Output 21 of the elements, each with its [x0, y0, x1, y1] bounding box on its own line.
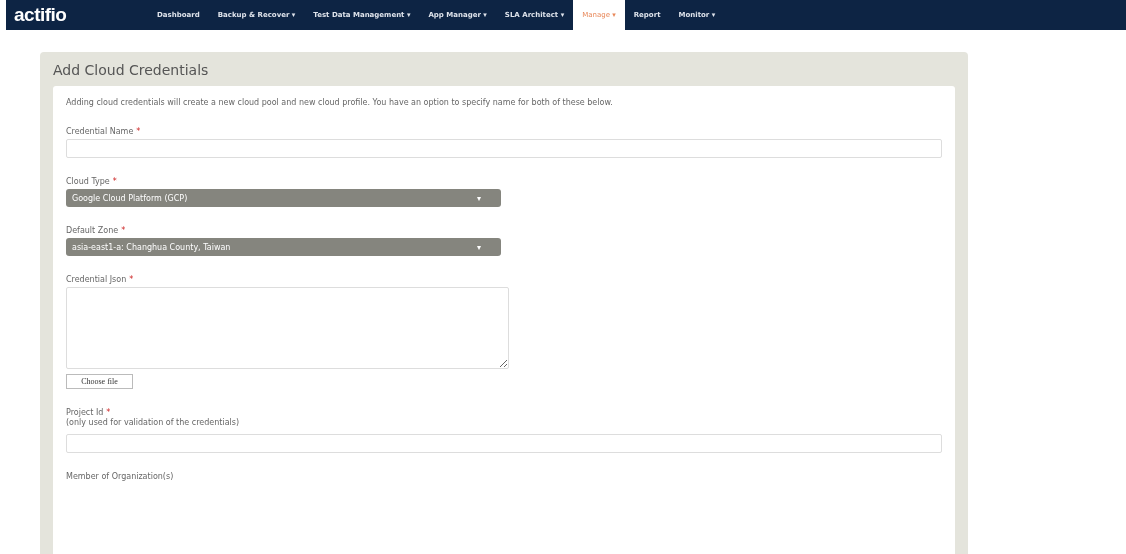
panel-title: Add Cloud Credentials — [53, 61, 210, 80]
field-label: Credential Name — [66, 127, 134, 136]
required-mark: * — [129, 275, 134, 284]
field-label: Default Zone — [66, 226, 119, 235]
dropdown[interactable]: Google Cloud Platform (GCP) ▾ — [66, 189, 501, 207]
input-field[interactable] — [66, 139, 942, 158]
field-label: Project Id — [66, 408, 104, 417]
required-mark: * — [136, 127, 141, 136]
input-field[interactable] — [66, 434, 942, 453]
field-hint: (only used for validation of the credentials) — [66, 418, 241, 427]
logo[interactable]: actifio — [6, 4, 148, 26]
text-area[interactable] — [66, 287, 509, 369]
field-label: Cloud Type — [66, 177, 110, 186]
dropdown[interactable]: asia-east1-a: Changhua County, Taiwan ▾ — [66, 238, 501, 256]
intro-text: Adding cloud credentials will create a new cloud pool and new cloud profile. You have an option to specify name for both of these below. — [66, 98, 614, 107]
field-label: Member of Organization(s) — [66, 472, 174, 481]
choose-file-button[interactable]: Choose file — [66, 374, 133, 389]
required-mark: * — [121, 226, 126, 235]
required-mark: * — [112, 177, 117, 186]
field-label: Credential Json — [66, 275, 127, 284]
required-mark: * — [106, 408, 111, 417]
